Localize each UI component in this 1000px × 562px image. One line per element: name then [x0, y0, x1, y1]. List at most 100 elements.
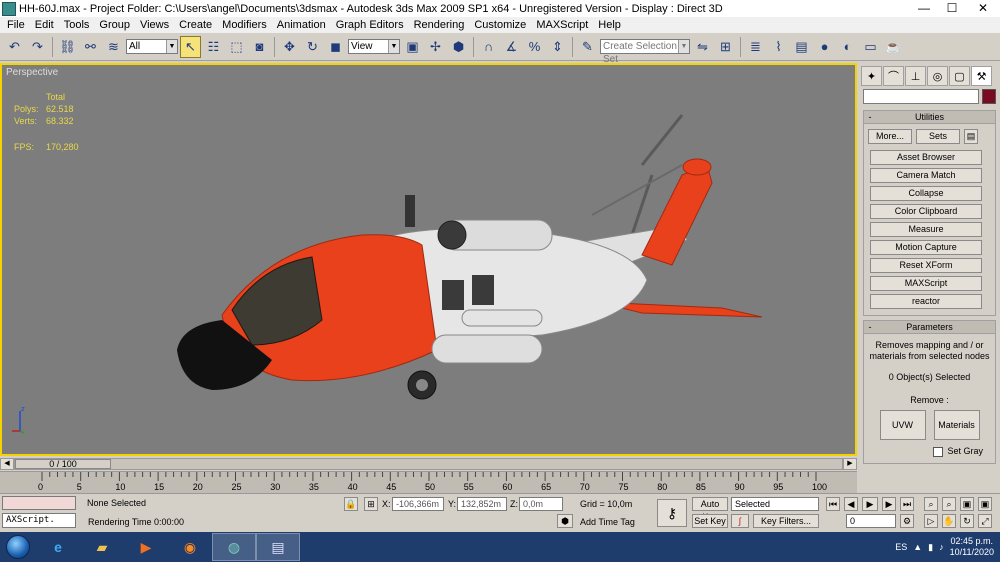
select-and-link-icon[interactable]: ⛓ [57, 36, 78, 58]
add-time-tag[interactable]: Add Time Tag [580, 517, 635, 527]
menu-group[interactable]: Group [94, 17, 135, 33]
object-name-field[interactable] [863, 89, 979, 104]
maxscript-button[interactable]: MAXScript [870, 276, 982, 291]
orbit-icon[interactable]: ↻ [960, 514, 974, 528]
menu-rendering[interactable]: Rendering [409, 17, 470, 33]
menu-help[interactable]: Help [593, 17, 626, 33]
color-clipboard-button[interactable]: Color Clipboard [870, 204, 982, 219]
select-manipulate-icon[interactable]: ✢ [425, 36, 446, 58]
time-tag-icon[interactable]: ⬢ [557, 514, 573, 528]
field-of-view-icon[interactable]: ▷ [924, 514, 938, 528]
clock[interactable]: 02:45 p.m. 10/11/2020 [950, 536, 994, 558]
media-player-icon[interactable]: ▶ [124, 533, 168, 561]
current-frame-field[interactable]: 0 [846, 514, 896, 528]
key-mode-dropdown[interactable]: Selected [731, 497, 819, 511]
go-to-start-icon[interactable]: ⏮ [826, 497, 840, 511]
rectangular-selection-icon[interactable]: ⬚ [226, 36, 247, 58]
time-configuration-icon[interactable]: ⚙ [900, 514, 914, 528]
camera-match-button[interactable]: Camera Match [870, 168, 982, 183]
materials-button[interactable]: Materials [933, 410, 980, 440]
angle-snap-icon[interactable]: ∡ [501, 36, 522, 58]
3ds-max-taskbar-icon[interactable]: ◍ [212, 533, 256, 561]
display-tab-icon[interactable]: ▢ [949, 66, 970, 86]
reference-coordinate-dropdown[interactable]: View ▼ [348, 39, 400, 54]
viewport-label[interactable]: Perspective [6, 67, 58, 78]
z-coordinate-field[interactable]: 0,0m [519, 497, 563, 511]
unlink-icon[interactable]: ⚯ [80, 36, 101, 58]
menu-maxscript[interactable]: MAXScript [531, 17, 593, 33]
lock-selection-icon[interactable]: 🔒 [344, 497, 358, 511]
helicopter-model[interactable] [162, 105, 782, 405]
spinner-snap-icon[interactable]: ⇕ [547, 36, 568, 58]
utilities-tab-icon[interactable]: ⚒ [971, 66, 992, 86]
menu-animation[interactable]: Animation [272, 17, 331, 33]
zoom-extents-icon[interactable]: ▣ [960, 497, 974, 511]
render-production-icon[interactable]: ☕ [883, 36, 904, 58]
track-bar[interactable]: 0 5 10 15 20 25 30 35 40 45 50 55 60 65 70 75 80 85 90 95 10… [0, 471, 857, 493]
menu-create[interactable]: Create [174, 17, 217, 33]
previous-frame-icon[interactable]: ◀ [844, 497, 858, 511]
more-button[interactable]: More... [868, 129, 912, 144]
schematic-view-icon[interactable]: ▤ [791, 36, 812, 58]
tray-arrow-icon[interactable]: ▲ [913, 542, 922, 552]
maxscript-listener-field[interactable]: AXScript. [2, 513, 76, 528]
render-setup-icon[interactable]: ◐ [837, 36, 858, 58]
time-slider-prev-icon[interactable]: ◀ [0, 457, 14, 470]
uvw-button[interactable]: UVW [879, 410, 926, 440]
language-indicator[interactable]: ES [895, 542, 907, 552]
utilities-rollout-header[interactable]: - Utilities [864, 111, 995, 124]
align-icon[interactable]: ⊞ [715, 36, 736, 58]
x-coordinate-field[interactable]: -106,366m [392, 497, 444, 511]
named-selection-set-dropdown[interactable]: Create Selection Set ▼ [600, 39, 690, 65]
key-tangent-icon[interactable]: ∫ [731, 514, 749, 528]
layer-manager-icon[interactable]: ≣ [745, 36, 766, 58]
key-filters-button[interactable]: Key Filters... [753, 514, 819, 528]
undo-icon[interactable]: ↶ [4, 36, 25, 58]
time-slider-track[interactable]: 0 / 100 [14, 457, 843, 470]
auto-key-button[interactable]: Auto Key [692, 497, 728, 522]
modify-tab-icon[interactable]: ⌒ [883, 66, 904, 86]
maxscript-listener-top[interactable] [2, 496, 76, 510]
menu-file[interactable]: File [2, 17, 30, 33]
network-icon[interactable]: ▮ [928, 542, 933, 553]
zoom-icon[interactable]: ⌕ [924, 497, 938, 511]
motion-tab-icon[interactable]: ◎ [927, 66, 948, 86]
set-gray-checkbox[interactable] [933, 446, 944, 457]
material-editor-icon[interactable]: ● [814, 36, 835, 58]
firefox-icon[interactable]: ◉ [168, 533, 212, 561]
select-object-icon[interactable]: ↖ [180, 35, 201, 58]
minimize-button[interactable]: — [910, 0, 938, 17]
sets-button[interactable]: Sets [916, 129, 960, 144]
maximize-viewport-icon[interactable]: ⤢ [978, 514, 992, 528]
rendered-frame-icon[interactable]: ▭ [860, 36, 881, 58]
reactor-button[interactable]: reactor [870, 294, 982, 309]
reset-xform-button[interactable]: Reset XForm [870, 258, 982, 273]
file-explorer-icon[interactable]: ▰ [80, 533, 124, 561]
play-icon[interactable]: ▶ [862, 497, 878, 511]
perspective-viewport[interactable]: Perspective Total Polys: 62.518 Verts: 68.… [0, 63, 857, 456]
collapse-button[interactable]: Collapse [870, 186, 982, 201]
time-slider-thumb[interactable]: 0 / 100 [15, 458, 111, 469]
zoom-all-icon[interactable]: ⌕ [942, 497, 956, 511]
object-color-swatch[interactable] [982, 89, 996, 104]
absolute-mode-icon[interactable]: ⊞ [364, 497, 378, 511]
asset-browser-button[interactable]: Asset Browser [870, 150, 982, 165]
rotate-icon[interactable]: ↻ [302, 36, 323, 58]
redo-icon[interactable]: ↷ [27, 36, 48, 58]
selection-filter-dropdown[interactable]: All ▼ [126, 39, 178, 54]
next-frame-icon[interactable]: ▶ [882, 497, 896, 511]
select-by-name-icon[interactable]: ☷ [203, 36, 224, 58]
default-key-tangent-icon[interactable]: ⚷ [657, 499, 687, 527]
pan-view-icon[interactable]: ✋ [942, 514, 956, 528]
time-slider-next-icon[interactable]: ▶ [843, 457, 857, 470]
menu-edit[interactable]: Edit [30, 17, 59, 33]
bind-space-warp-icon[interactable]: ≋ [103, 36, 124, 58]
go-to-end-icon[interactable]: ⏭ [900, 497, 914, 511]
menu-tools[interactable]: Tools [59, 17, 95, 33]
keyboard-shortcut-icon[interactable]: ⬢ [448, 36, 469, 58]
percent-snap-icon[interactable]: % [524, 36, 545, 58]
maximize-button[interactable]: ☐ [938, 0, 966, 17]
create-tab-icon[interactable]: ✦ [861, 66, 882, 86]
window-crossing-icon[interactable]: ◙ [249, 36, 270, 58]
start-button[interactable] [0, 532, 36, 562]
